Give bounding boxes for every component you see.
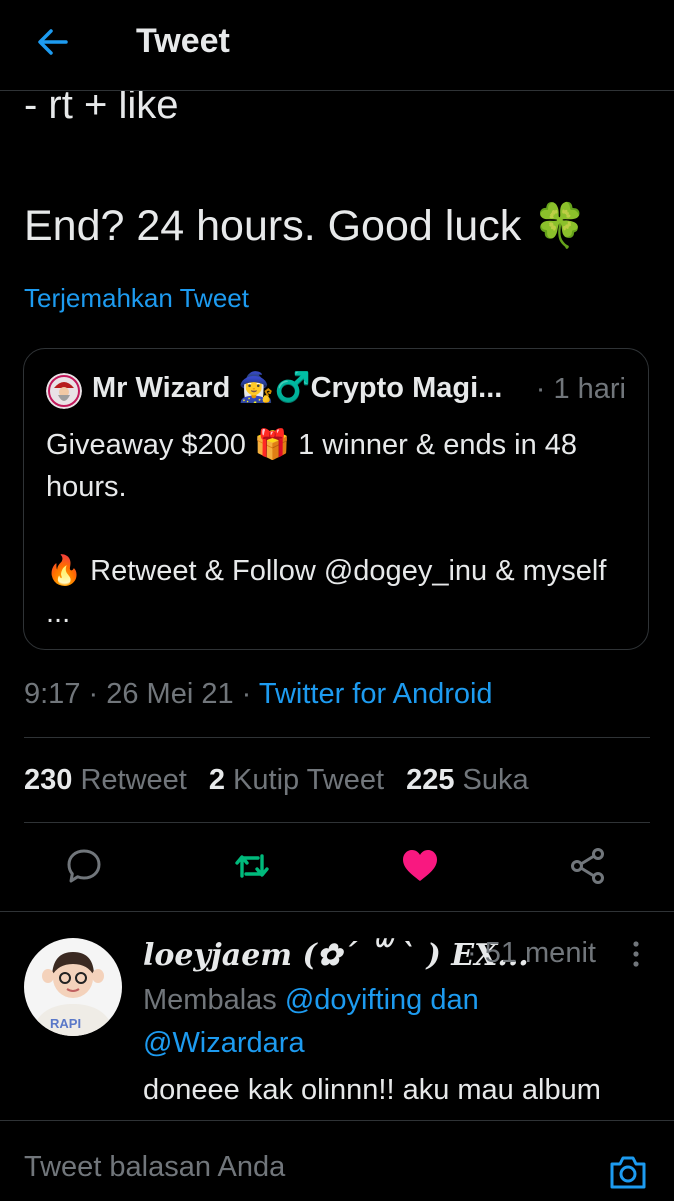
reply-text: doneee kak olinnn!! aku mau album bbox=[143, 1074, 601, 1106]
page-title: Tweet bbox=[136, 22, 230, 60]
quoted-text-line: 🔥 Retweet & Follow @dogey_inu & myself .… bbox=[46, 555, 607, 629]
tweet-text-line: - rt + like bbox=[24, 91, 179, 127]
quoted-timestamp: · 1 hari bbox=[535, 373, 626, 405]
divider bbox=[24, 822, 650, 823]
divider bbox=[24, 737, 650, 738]
comment-icon[interactable] bbox=[64, 846, 104, 886]
quoted-tweet-text: Giveaway $200 🎁 1 winner & ends in 48 ho… bbox=[46, 424, 631, 634]
retweets-count: 230 bbox=[24, 764, 73, 796]
tweet-source-link[interactable]: Twitter for Android bbox=[259, 678, 493, 710]
mention-link[interactable]: @Wizardara bbox=[143, 1027, 305, 1059]
avatar[interactable]: RAPI bbox=[24, 938, 122, 1036]
replying-joiner: dan bbox=[430, 984, 479, 1016]
reply-composer: Tweet balasan Anda bbox=[0, 1120, 674, 1201]
replying-to: Membalas @doyifting dan @Wizardara bbox=[143, 979, 623, 1065]
mention-link[interactable]: @doyifting bbox=[285, 984, 422, 1016]
reply-timestamp: · 51 menit bbox=[467, 937, 596, 969]
share-icon[interactable] bbox=[568, 846, 608, 886]
more-options-icon[interactable] bbox=[628, 939, 644, 969]
quoted-avatar bbox=[46, 373, 82, 409]
divider bbox=[0, 911, 674, 912]
tweet-detail: - rt + like End? 24 hours. Good luck 🍀 T… bbox=[0, 91, 674, 1120]
likes-stat[interactable]: 225 Suka bbox=[406, 764, 529, 796]
replying-prefix: Membalas bbox=[143, 984, 277, 1016]
camera-icon[interactable] bbox=[608, 1153, 648, 1191]
tweet-text-line: End? 24 hours. Good luck 🍀 bbox=[24, 202, 587, 250]
retweets-stat[interactable]: 230 Retweet bbox=[24, 764, 187, 796]
quotes-count: 2 bbox=[208, 764, 225, 796]
tweet-time: 9:17 bbox=[24, 678, 81, 710]
svg-text:RAPI: RAPI bbox=[50, 1016, 81, 1031]
tweet-stats: 230 Retweet 2 Kutip Tweet 225 Suka bbox=[24, 764, 529, 797]
top-bar: Tweet bbox=[0, 0, 674, 91]
quoted-author-name: Mr Wizard 🧙‍♀️♂️Crypto Magi... bbox=[92, 372, 503, 404]
likes-count: 225 bbox=[406, 764, 455, 796]
quotes-stat[interactable]: 2 Kutip Tweet bbox=[209, 764, 384, 796]
arrow-left-icon[interactable] bbox=[34, 24, 70, 60]
reply-input[interactable]: Tweet balasan Anda bbox=[24, 1151, 285, 1184]
retweet-icon[interactable] bbox=[232, 846, 272, 886]
translate-link[interactable]: Terjemahkan Tweet bbox=[24, 283, 249, 314]
quoted-tweet[interactable]: Mr Wizard 🧙‍♀️♂️Crypto Magi... · 1 hari … bbox=[23, 348, 649, 650]
quoted-text-line: Giveaway $200 🎁 1 winner & ends in 48 ho… bbox=[46, 429, 578, 503]
tweet-meta: 9:17 · 26 Mei 21 · Twitter for Android bbox=[24, 678, 493, 710]
quotes-label: Kutip Tweet bbox=[233, 764, 385, 796]
tweet-date: 26 Mei 21 bbox=[106, 678, 234, 710]
retweets-label: Retweet bbox=[80, 764, 187, 796]
heart-icon[interactable] bbox=[400, 846, 440, 886]
likes-label: Suka bbox=[462, 764, 529, 796]
